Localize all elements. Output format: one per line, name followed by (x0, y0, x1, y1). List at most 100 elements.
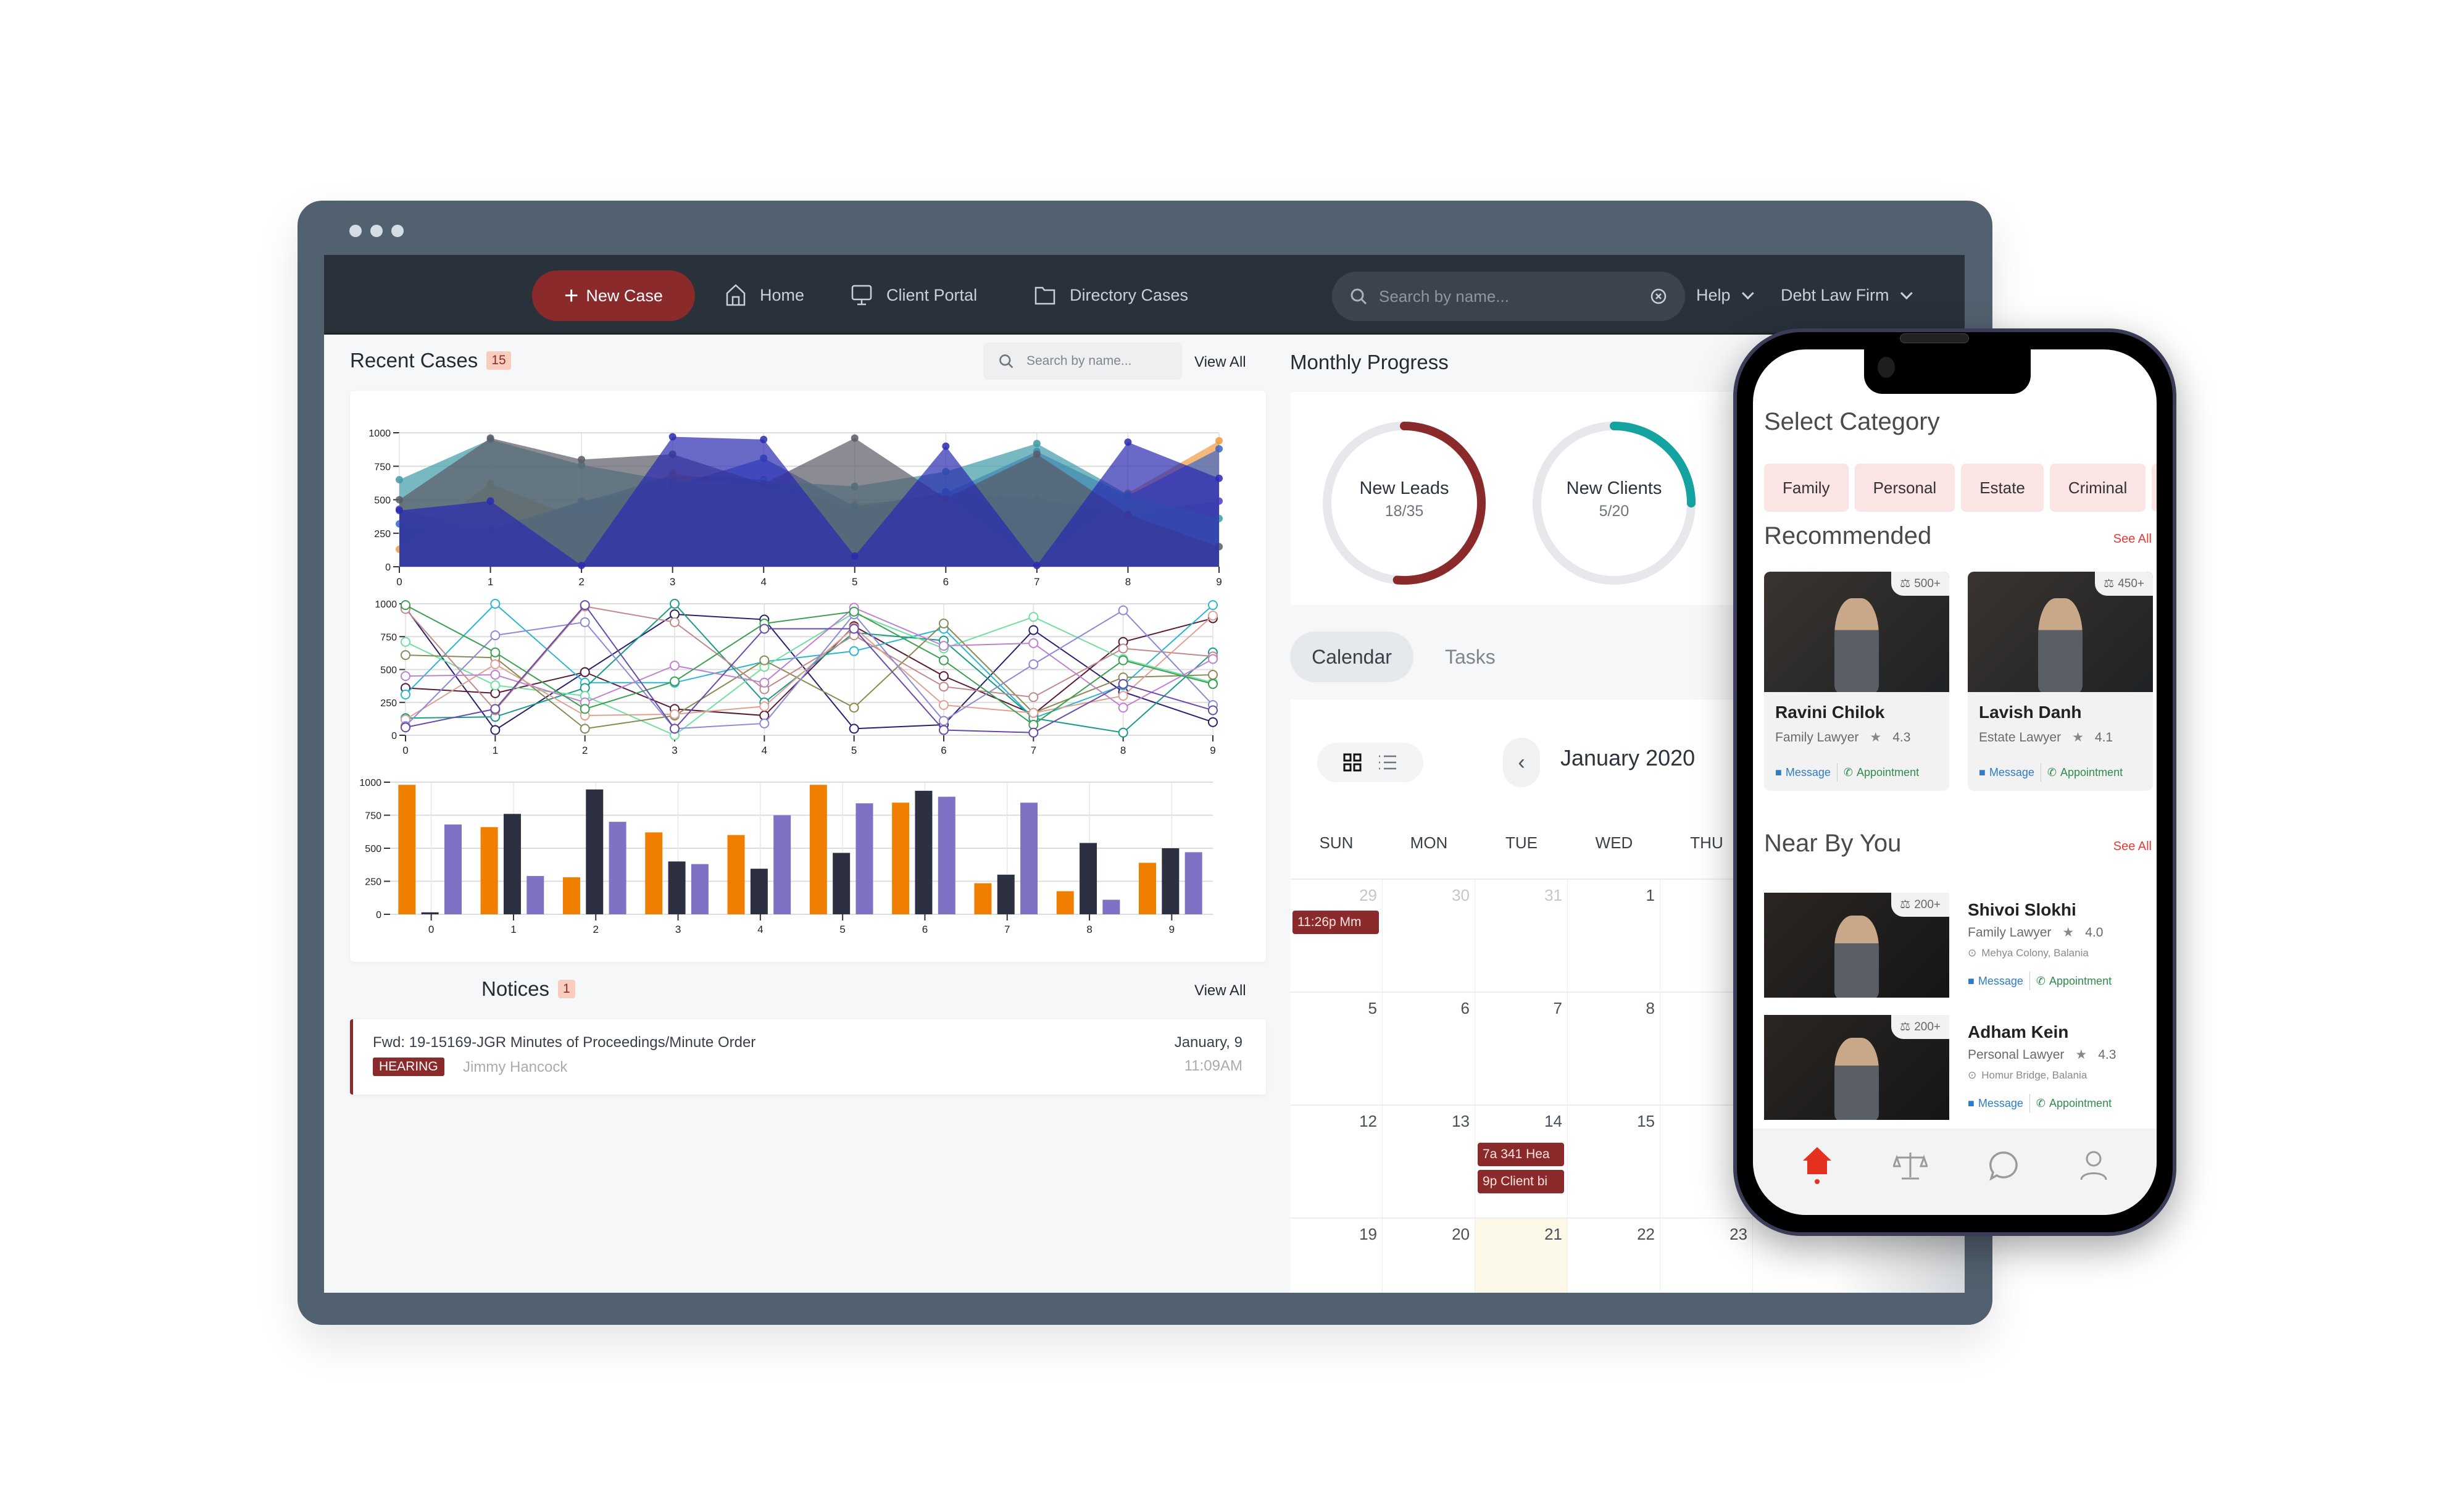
data-point[interactable] (490, 647, 501, 657)
data-point[interactable] (1028, 659, 1039, 669)
data-point[interactable] (851, 434, 859, 442)
bar[interactable] (892, 803, 910, 914)
data-point[interactable] (490, 704, 501, 714)
bar[interactable] (527, 875, 544, 914)
clear-search-icon[interactable] (1649, 287, 1668, 306)
calendar-event[interactable]: 9p Client bi (1478, 1170, 1564, 1193)
nav-item-client-portal[interactable]: Client Portal (851, 280, 977, 311)
data-point[interactable] (670, 617, 680, 627)
data-point[interactable] (1033, 561, 1041, 569)
list-view-icon[interactable] (1378, 754, 1397, 770)
recommended-lawyer-card[interactable]: ⚖ 450+ Lavish Danh Estate Lawyer ★ 4.1 ■ Messag… (1968, 572, 2153, 791)
data-point[interactable] (490, 630, 501, 641)
data-point[interactable] (759, 624, 770, 634)
data-point[interactable] (668, 433, 676, 441)
data-point[interactable] (1033, 440, 1041, 448)
data-point[interactable] (1215, 445, 1223, 453)
data-point[interactable] (670, 676, 680, 686)
bar[interactable] (997, 874, 1015, 914)
profile-icon[interactable] (2079, 1150, 2108, 1181)
data-point[interactable] (1215, 474, 1223, 482)
category-chip[interactable]: Criminal (2049, 464, 2146, 512)
bar[interactable] (1139, 862, 1157, 914)
data-point[interactable] (1028, 692, 1039, 703)
data-point[interactable] (578, 561, 586, 569)
calendar-event[interactable]: 7a 341 Hea (1478, 1143, 1564, 1166)
calendar-day-cell[interactable]: 19 (1290, 1217, 1383, 1293)
data-point[interactable] (1118, 727, 1128, 738)
data-point[interactable] (490, 680, 501, 691)
data-point[interactable] (1028, 625, 1039, 635)
data-point[interactable] (759, 655, 770, 666)
scales-icon[interactable] (1893, 1150, 1928, 1181)
data-point[interactable] (849, 724, 859, 734)
data-point[interactable] (1208, 654, 1218, 664)
data-point[interactable] (580, 617, 590, 627)
data-point[interactable] (1118, 703, 1128, 713)
data-point[interactable] (939, 655, 949, 666)
bar[interactable] (938, 796, 955, 914)
data-point[interactable] (1208, 670, 1218, 680)
category-chip[interactable]: Personal (1854, 464, 1955, 512)
appointment-button[interactable]: ✆ Appointment (1844, 766, 1919, 779)
bar[interactable] (915, 790, 933, 914)
data-point[interactable] (580, 724, 590, 734)
data-point[interactable] (851, 552, 859, 560)
bar[interactable] (645, 832, 663, 914)
data-point[interactable] (759, 701, 770, 712)
category-chip[interactable]: Estate (1961, 464, 2044, 512)
data-point[interactable] (486, 434, 494, 442)
bar[interactable] (833, 853, 851, 914)
bar[interactable] (562, 877, 580, 914)
nearby-lawyer-item[interactable]: ⚖ 200+ Adham Kein Personal Lawyer ★ 4.3 ⊙ Homur… (1753, 1015, 2157, 1126)
data-point[interactable] (939, 618, 949, 628)
bar[interactable] (668, 861, 686, 914)
calendar-day-cell[interactable]: 29 11:26p Mm (1290, 878, 1383, 991)
bar[interactable] (773, 815, 791, 915)
notice-item[interactable]: Fwd: 19-15169-JGR Minutes of Proceedings… (350, 1019, 1266, 1095)
data-point[interactable] (401, 671, 410, 682)
calendar-day-cell[interactable]: 23 (1660, 1217, 1753, 1293)
chat-icon[interactable] (1988, 1150, 2019, 1181)
appointment-button[interactable]: ✆ Appointment (2036, 975, 2112, 988)
data-point[interactable] (1028, 727, 1039, 738)
line-series[interactable] (405, 606, 1213, 712)
calendar-day-cell[interactable]: 6 (1383, 991, 1475, 1104)
data-point[interactable] (490, 670, 501, 680)
data-point[interactable] (670, 599, 680, 609)
data-point[interactable] (1208, 611, 1218, 621)
data-point[interactable] (580, 667, 590, 677)
appointment-button[interactable]: ✆ Appointment (2047, 766, 2123, 779)
data-point[interactable] (401, 636, 410, 647)
calendar-day-cell[interactable]: 8 (1568, 991, 1660, 1104)
data-point[interactable] (580, 600, 590, 611)
message-button[interactable]: ■ Message (1775, 766, 1831, 779)
category-chip[interactable] (2152, 464, 2157, 512)
new-case-button[interactable]: + New Case (532, 270, 695, 321)
data-point[interactable] (490, 725, 501, 735)
bar[interactable] (398, 785, 416, 914)
tab-calendar[interactable]: Calendar (1290, 632, 1413, 682)
data-point[interactable] (1028, 612, 1039, 622)
data-point[interactable] (1118, 655, 1128, 666)
data-point[interactable] (490, 599, 501, 609)
data-point[interactable] (401, 600, 410, 611)
bar[interactable] (1056, 891, 1074, 914)
calendar-day-cell[interactable]: 30 (1383, 878, 1475, 991)
data-point[interactable] (760, 435, 768, 443)
recommended-see-all-link[interactable]: See All (2113, 532, 2152, 546)
nav-item-directory-cases[interactable]: Directory Cases (1034, 280, 1188, 311)
nav-item-home[interactable]: Home (725, 280, 804, 311)
bar[interactable] (421, 912, 439, 914)
calendar-day-cell[interactable]: 12 (1290, 1104, 1383, 1217)
message-button[interactable]: ■ Message (1968, 975, 2023, 988)
data-point[interactable] (939, 700, 949, 711)
help-dropdown[interactable]: Help (1696, 280, 1754, 311)
bar[interactable] (444, 824, 462, 914)
bar[interactable] (750, 869, 768, 914)
data-point[interactable] (490, 659, 501, 669)
bar[interactable] (1102, 899, 1120, 914)
bar[interactable] (1020, 803, 1038, 914)
calendar-event[interactable]: 11:26p Mm (1292, 911, 1379, 934)
prev-month-button[interactable]: ‹ (1503, 738, 1540, 787)
